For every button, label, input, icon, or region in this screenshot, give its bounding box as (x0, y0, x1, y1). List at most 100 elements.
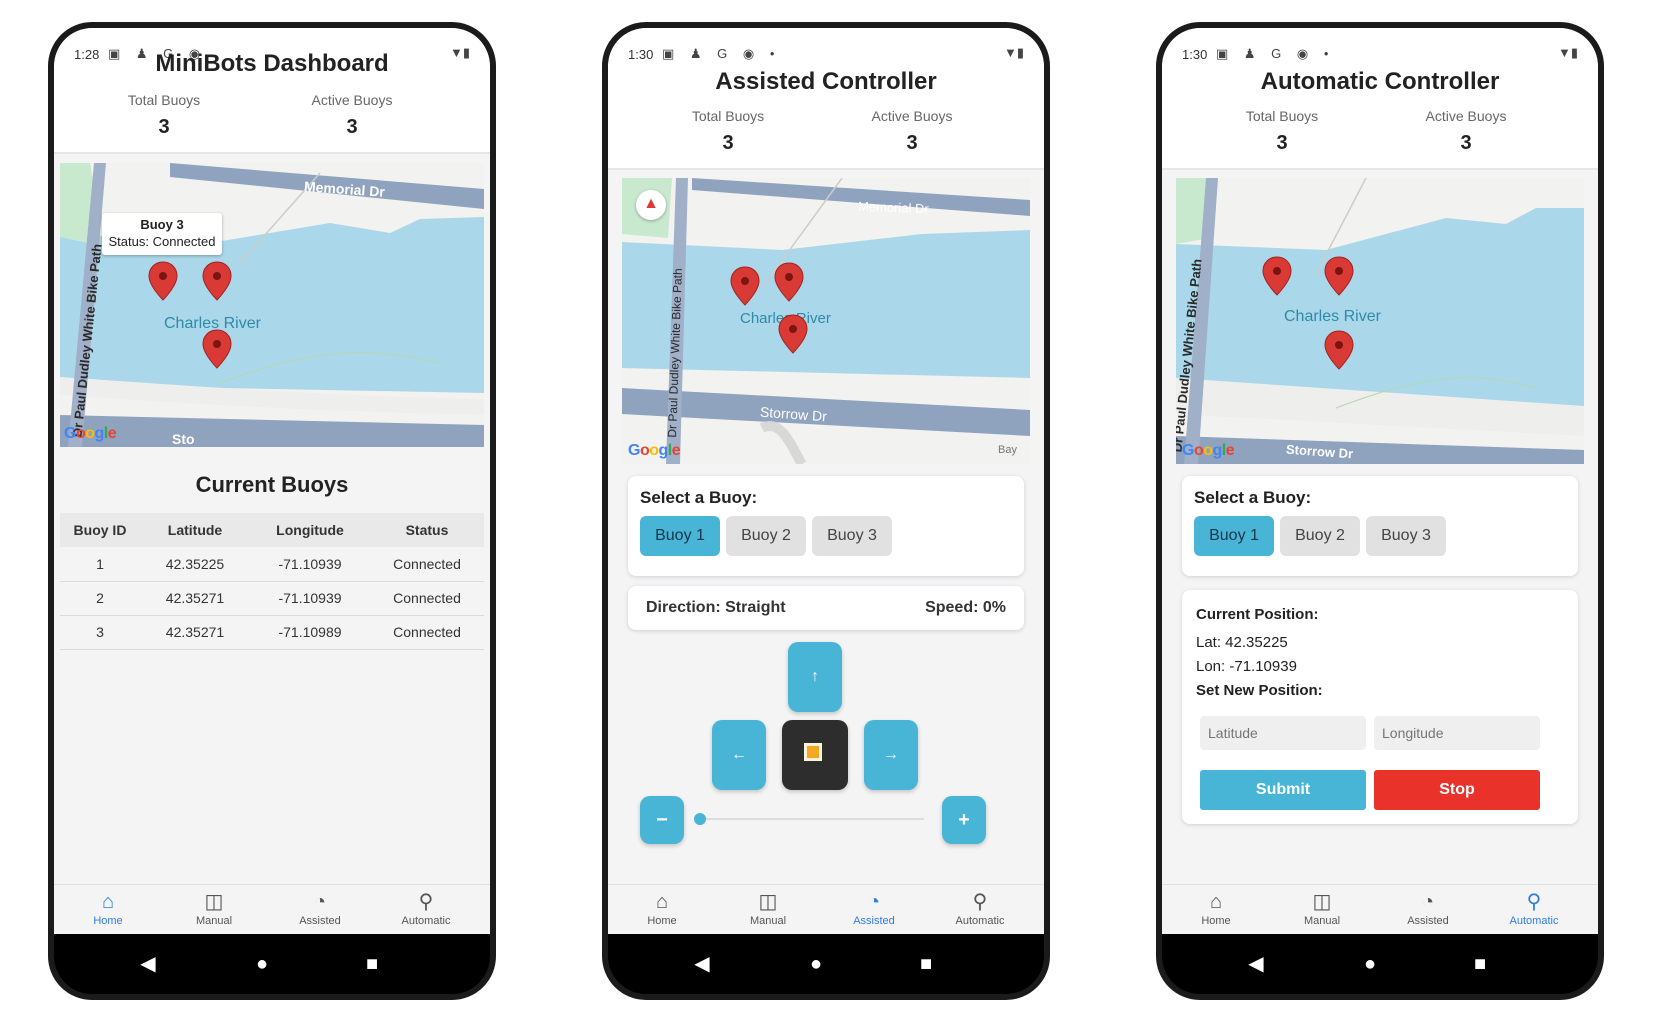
buoy-2-button[interactable]: Buoy 2 (726, 516, 806, 556)
total-buoys-stat: Total Buoys 3 (648, 108, 808, 155)
automatic-screen: 1:30 ▣ ♟ G ◉ • ▼▮ Automatic Controller T… (1162, 28, 1598, 934)
map-pin-1[interactable] (1262, 256, 1292, 296)
recents-icon[interactable]: ■ (358, 950, 386, 978)
buoy-map[interactable]: Dr Paul Dudley White Bike Path Charles R… (1176, 178, 1584, 464)
total-buoys-value: 3 (1276, 132, 1288, 154)
map-pin-2[interactable] (202, 261, 232, 301)
speed-slider-thumb[interactable] (694, 813, 706, 825)
home-icon: ⌂ (101, 891, 115, 913)
active-buoys-stat: Active Buoys 3 (272, 92, 432, 139)
map-river-label: Charles River (1284, 308, 1381, 325)
google-logo: Google (64, 425, 117, 442)
select-buoy-card: Select a Buoy: Buoy 1 Buoy 2 Buoy 3 (628, 476, 1024, 576)
active-buoys-value: 3 (1460, 132, 1472, 154)
nav-home-label: Home (93, 915, 123, 927)
tooltip-status: Status: Connected (108, 234, 216, 249)
home-circle-icon[interactable]: ● (802, 950, 830, 978)
active-buoys-value: 3 (906, 132, 918, 154)
map-pin-3[interactable] (202, 329, 232, 369)
stop-button[interactable]: Stop (1374, 770, 1540, 810)
nav-assisted[interactable]: ◔ Assisted (1378, 889, 1478, 927)
recents-icon[interactable]: ■ (1466, 950, 1494, 978)
map-bay-label: Bay (998, 444, 1017, 456)
latitude-input[interactable] (1200, 716, 1366, 750)
plus-icon: + (958, 809, 970, 831)
active-buoys-label: Active Buoys (311, 92, 393, 108)
buoy-map[interactable]: Memorial Dr Dr Paul Dudley White Bike Pa… (60, 163, 484, 447)
nav-automatic[interactable]: ⚲ Automatic (376, 889, 476, 927)
page-title: MiniBots Dashboard (155, 50, 389, 77)
nav-assisted-label: Assisted (1407, 915, 1449, 927)
table-row: 2 42.35271 -71.10939 Connected (60, 581, 484, 616)
speedometer-icon: ◔ (867, 891, 881, 913)
left-button[interactable]: ← (712, 720, 766, 790)
compass-icon[interactable]: ▲ (636, 190, 666, 220)
nav-manual-label: Manual (195, 915, 233, 927)
nav-assisted[interactable]: ◔ Assisted (824, 889, 924, 927)
tooltip-title: Buoy 3 (140, 217, 184, 232)
nav-assisted[interactable]: ◔ Assisted (270, 889, 370, 927)
nav-manual[interactable]: ◫ Manual (164, 889, 264, 927)
current-buoys-title: Current Buoys (195, 472, 349, 497)
nav-assisted-label: Assisted (299, 915, 341, 927)
nav-automatic-label: Automatic (1509, 915, 1559, 927)
map-pin-2[interactable] (1324, 256, 1354, 296)
arrow-left-icon: ← (731, 746, 747, 763)
cell-id: 1 (60, 547, 140, 582)
speedometer-icon: ◔ (1421, 891, 1435, 913)
speed-text: Speed: 0% (925, 599, 1006, 616)
nav-home[interactable]: ⌂ Home (58, 889, 158, 927)
set-position-label: Set New Position: (1196, 682, 1323, 699)
nav-automatic[interactable]: ⚲ Automatic (930, 889, 1030, 927)
buoy-1-button[interactable]: Buoy 1 (1194, 516, 1274, 556)
nav-home[interactable]: ⌂ Home (612, 889, 712, 927)
total-buoys-label: Total Buoys (127, 92, 201, 108)
select-buoy-label: Select a Buoy: (640, 488, 758, 507)
map-pin-1[interactable] (148, 261, 178, 301)
back-icon[interactable]: ◀ (134, 950, 162, 978)
stop-button[interactable] (782, 720, 848, 790)
map-pin-3[interactable] (778, 314, 808, 354)
current-position-label: Current Position: (1196, 606, 1319, 623)
home-circle-icon[interactable]: ● (248, 950, 276, 978)
up-button[interactable]: ↑ (788, 642, 842, 712)
arrow-up-icon: ↑ (811, 668, 819, 685)
location-pin-icon: ⚲ (418, 891, 434, 913)
phone-assisted: 1:30 ▣ ♟ G ◉ • ▼▮ Assisted Controller To… (602, 22, 1050, 1000)
speedometer-icon: ◔ (313, 891, 327, 913)
bottom-nav: ⌂ Home ◫ Manual ◔ Assisted ⚲ Automatic (1162, 884, 1598, 934)
back-icon[interactable]: ◀ (1242, 950, 1270, 978)
phone-automatic: 1:30 ▣ ♟ G ◉ • ▼▮ Automatic Controller T… (1156, 22, 1604, 1000)
longitude-input[interactable] (1374, 716, 1540, 750)
nav-automatic-label: Automatic (955, 915, 1005, 927)
buoy-3-button[interactable]: Buoy 3 (812, 516, 892, 556)
nav-manual[interactable]: ◫ Manual (1272, 889, 1372, 927)
select-buoy-card: Select a Buoy: Buoy 1 Buoy 2 Buoy 3 (1182, 476, 1578, 576)
nav-automatic[interactable]: ⚲ Automatic (1484, 889, 1584, 927)
system-nav-bar: ◀ ● ■ (1162, 934, 1598, 994)
page-title: Assisted Controller (715, 68, 937, 95)
speed-increase-button[interactable]: + (942, 796, 986, 844)
buoy-map[interactable]: ▲ Memorial Dr Dr Paul Dudley White Bike … (622, 178, 1030, 464)
submit-button[interactable]: Submit (1200, 770, 1366, 810)
buoy-3-button[interactable]: Buoy 3 (1366, 516, 1446, 556)
cell-lat: 42.35271 (140, 581, 250, 616)
buoy-1-button[interactable]: Buoy 1 (640, 516, 720, 556)
map-pin-3[interactable] (1324, 330, 1354, 370)
map-pin-1[interactable] (730, 266, 760, 306)
map-background (60, 163, 484, 447)
map-pin-2[interactable] (774, 262, 804, 302)
right-button[interactable]: → (864, 720, 918, 790)
home-icon: ⌂ (1209, 891, 1223, 913)
active-buoys-label: Active Buoys (1425, 108, 1507, 124)
buoy-2-button[interactable]: Buoy 2 (1280, 516, 1360, 556)
bottom-nav: ⌂ Home ◫ Manual ◔ Assisted ⚲ Automatic (54, 884, 490, 934)
nav-manual[interactable]: ◫ Manual (718, 889, 818, 927)
home-circle-icon[interactable]: ● (1356, 950, 1384, 978)
recents-icon[interactable]: ■ (912, 950, 940, 978)
location-pin-icon: ⚲ (1526, 891, 1542, 913)
speed-slider[interactable] (700, 818, 924, 820)
speed-decrease-button[interactable]: − (640, 796, 684, 844)
back-icon[interactable]: ◀ (688, 950, 716, 978)
nav-home[interactable]: ⌂ Home (1166, 889, 1266, 927)
